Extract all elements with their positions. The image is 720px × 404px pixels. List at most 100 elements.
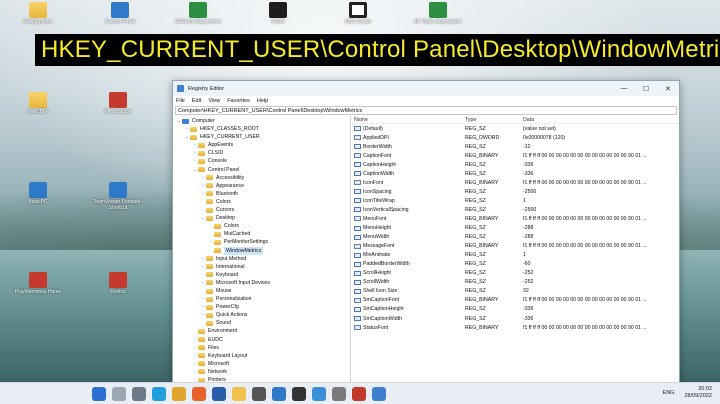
- tree-item[interactable]: Keyboard: [173, 271, 350, 279]
- string-value-icon: [354, 270, 361, 276]
- task-view-icon[interactable]: [132, 387, 146, 401]
- registry-value-row[interactable]: CaptionHeight REG_SZ -336: [351, 160, 679, 169]
- tree-item[interactable]: › Microsoft: [173, 360, 350, 368]
- desktop-icon[interactable]: 4K Video Downloader: [408, 2, 468, 26]
- registry-value-row[interactable]: SmCaptionWidth REG_SZ -336: [351, 314, 679, 323]
- tree-item[interactable]: › Appearance: [173, 182, 350, 190]
- language-indicator[interactable]: ENG: [663, 390, 675, 396]
- chrome-icon[interactable]: [172, 387, 186, 401]
- obs-icon[interactable]: [292, 387, 306, 401]
- menu-edit[interactable]: Edit: [192, 98, 201, 104]
- tree-item[interactable]: › CLSID: [173, 149, 350, 157]
- tree-item[interactable]: Cursors: [173, 206, 350, 214]
- tree-item[interactable]: Mouse: [173, 287, 350, 295]
- clock[interactable]: 20:02 28/09/2022: [684, 386, 712, 400]
- registry-value-row[interactable]: ScrollWidth REG_SZ -252: [351, 278, 679, 287]
- maximize-button[interactable]: ☐: [635, 81, 657, 96]
- tree-item[interactable]: › PerMonitorSettings: [173, 238, 350, 246]
- desktop-icon[interactable]: newCBFF: [8, 92, 68, 116]
- registry-value-row[interactable]: AppliedDPI REG_DWORD 0x00000078 (120): [351, 133, 679, 142]
- desktop-icon[interactable]: Control Panel: [90, 2, 150, 26]
- tree-item[interactable]: Environment: [173, 327, 350, 335]
- desktop-icon[interactable]: PlayMemories Home: [8, 272, 68, 296]
- registry-value-row[interactable]: IconFont REG_BINARY f1 ff ff ff 00 00 00 0…: [351, 178, 679, 187]
- tree-item[interactable]: › HKEY_CLASSES_ROOT: [173, 125, 350, 133]
- menu-help[interactable]: Help: [257, 98, 268, 104]
- registry-value-row[interactable]: Shell Icon Size REG_SZ 32: [351, 287, 679, 296]
- photos-icon[interactable]: [312, 387, 326, 401]
- settings-icon[interactable]: [332, 387, 346, 401]
- firefox-icon[interactable]: [192, 387, 206, 401]
- desktop-icon[interactable]: DS4S: [248, 2, 308, 26]
- tree-item[interactable]: ⌄ Desktop: [173, 214, 350, 222]
- tree-item[interactable]: › Network: [173, 368, 350, 376]
- tree-item[interactable]: › Personalization: [173, 295, 350, 303]
- registry-value-row[interactable]: MessageFont REG_BINARY f1 ff ff ff 00 00 0…: [351, 242, 679, 251]
- tree-item[interactable]: Colors: [173, 222, 350, 230]
- desktop-icon[interactable]: BasicPC: [8, 182, 68, 206]
- media-icon[interactable]: [352, 387, 366, 401]
- string-value-icon: [354, 279, 361, 285]
- menu-view[interactable]: View: [208, 98, 220, 104]
- edge-icon[interactable]: [152, 387, 166, 401]
- registry-value-row[interactable]: IconSpacing REG_SZ -2500: [351, 187, 679, 196]
- tree-item[interactable]: › Quick Actions: [173, 311, 350, 319]
- registry-value-row[interactable]: IconTitleWrap REG_SZ 1: [351, 196, 679, 205]
- registry-value-row[interactable]: PaddedBorderWidth REG_SZ -60: [351, 260, 679, 269]
- registry-value-row[interactable]: SmCaptionHeight REG_SZ -336: [351, 305, 679, 314]
- registry-value-row[interactable]: CaptionFont REG_BINARY f1 ff ff ff 00 00 0…: [351, 151, 679, 160]
- tree-item[interactable]: › Bluetooth: [173, 190, 350, 198]
- desktop-icon-label: DS4S: [271, 19, 285, 25]
- registry-value-row[interactable]: MenuWidth REG_SZ -288: [351, 233, 679, 242]
- tree-item[interactable]: › EUDC: [173, 336, 350, 344]
- desktop-icon[interactable]: Desktop Icon: [8, 2, 68, 26]
- tree-item[interactable]: › PowerCfg: [173, 303, 350, 311]
- column-header-type[interactable]: Type: [465, 117, 523, 123]
- tree-item[interactable]: › Accessibility: [173, 174, 350, 182]
- registry-value-row[interactable]: MenuFont REG_BINARY f1 ff ff ff 00 00 00 0…: [351, 214, 679, 223]
- desktop-icon[interactable]: PhotoScape: [88, 92, 148, 116]
- window-titlebar[interactable]: Registry Editor — ☐ ✕: [173, 81, 679, 96]
- file-explorer-icon[interactable]: [232, 387, 246, 401]
- search-icon[interactable]: [112, 387, 126, 401]
- start-icon[interactable]: [92, 387, 106, 401]
- tree-item[interactable]: Colors: [173, 198, 350, 206]
- registry-icon[interactable]: [372, 387, 386, 401]
- tree-item[interactable]: WindowMetrics: [173, 246, 350, 255]
- tree-item[interactable]: MuiCached: [173, 230, 350, 238]
- tree-item[interactable]: › Files: [173, 344, 350, 352]
- address-bar[interactable]: Computer\HKEY_CURRENT_USER\Control Panel…: [175, 106, 677, 115]
- close-button[interactable]: ✕: [657, 81, 679, 96]
- tree-item[interactable]: Sound: [173, 319, 350, 327]
- registry-value-row[interactable]: (Default) REG_SZ (value not set): [351, 124, 679, 133]
- mail-icon[interactable]: [272, 387, 286, 401]
- desktop-icon[interactable]: Firefox: [88, 272, 148, 296]
- registry-value-row[interactable]: CaptionWidth REG_SZ -336: [351, 169, 679, 178]
- desktop-icon[interactable]: TeamViewer Portable - Shortcut: [88, 182, 148, 211]
- column-header-name[interactable]: Name: [351, 117, 465, 123]
- word-icon[interactable]: [212, 387, 226, 401]
- tree-item[interactable]: › International: [173, 263, 350, 271]
- tree-item[interactable]: ⌄ Control Panel: [173, 166, 350, 174]
- column-header-data[interactable]: Data: [523, 117, 679, 123]
- registry-value-row[interactable]: StatusFont REG_BINARY f1 ff ff ff 00 00 00…: [351, 323, 679, 332]
- tree-item[interactable]: ⌄ HKEY_CURRENT_USER: [173, 133, 350, 141]
- menu-file[interactable]: File: [176, 98, 185, 104]
- registry-value-row[interactable]: IconVerticalSpacing REG_SZ -2500: [351, 205, 679, 214]
- tree-item[interactable]: › Input Method: [173, 255, 350, 263]
- registry-value-row[interactable]: MinAnimate REG_SZ 1: [351, 251, 679, 260]
- menu-favorites[interactable]: Favorites: [227, 98, 250, 104]
- registry-value-row[interactable]: MenuHeight REG_SZ -288: [351, 224, 679, 233]
- store-icon[interactable]: [252, 387, 266, 401]
- desktop-icon[interactable]: GeForce Experience: [168, 2, 228, 26]
- minimize-button[interactable]: —: [613, 81, 635, 96]
- desktop-icon[interactable]: OBS Studio: [328, 2, 388, 26]
- registry-value-row[interactable]: SmCaptionFont REG_BINARY f1 ff ff ff 00 00…: [351, 296, 679, 305]
- registry-value-row[interactable]: ScrollHeight REG_SZ -252: [351, 269, 679, 278]
- tree-item[interactable]: › Console: [173, 157, 350, 165]
- tree-item[interactable]: › Keyboard Layout: [173, 352, 350, 360]
- registry-value-row[interactable]: BorderWidth REG_SZ -12: [351, 142, 679, 151]
- tree-item[interactable]: › Microsoft Input Devices: [173, 279, 350, 287]
- tree-item[interactable]: ⌄ Computer: [173, 117, 350, 125]
- tree-item[interactable]: › AppEvents: [173, 141, 350, 149]
